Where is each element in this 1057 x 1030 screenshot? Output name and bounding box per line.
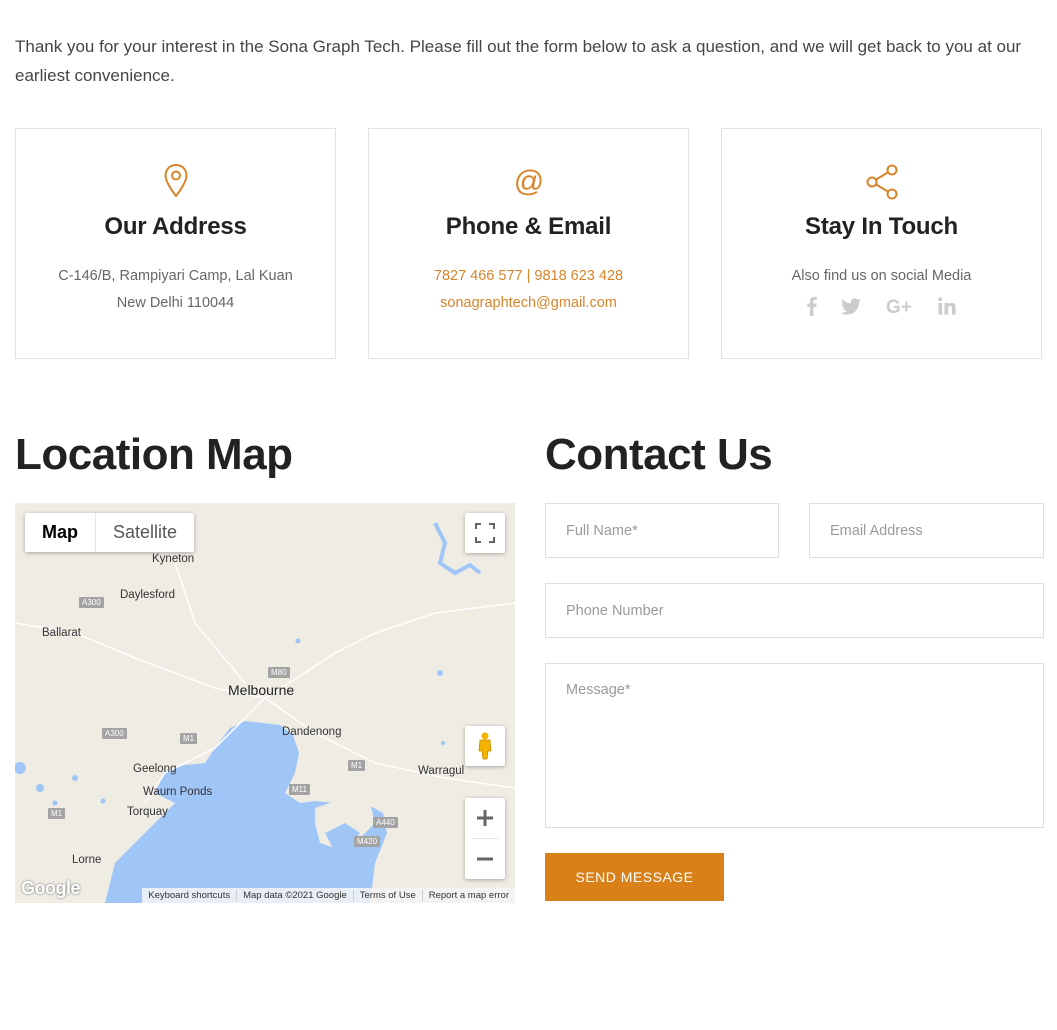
- road-shield: M80: [268, 667, 290, 678]
- social-card: Stay In Touch Also find us on social Med…: [721, 128, 1042, 359]
- email-input[interactable]: [809, 503, 1044, 558]
- road-shield: A300: [79, 597, 104, 608]
- google-map[interactable]: Map Satellite Kyneton Daylesford Ballara…: [15, 503, 515, 903]
- road-shield: M1: [180, 733, 198, 744]
- road-shield: A440: [373, 817, 398, 828]
- map-label-waurn-ponds: Waurn Ponds: [143, 786, 213, 798]
- map-label-kyneton: Kyneton: [152, 553, 195, 565]
- map-label-dandenong: Dandenong: [282, 726, 342, 738]
- road-shield: A300: [102, 728, 127, 739]
- map-label-lorne: Lorne: [72, 854, 102, 866]
- address-line-2: New Delhi 110044: [116, 295, 235, 311]
- fullscreen-button[interactable]: [465, 513, 505, 553]
- google-logo: Google: [21, 878, 81, 898]
- zoom-in-button[interactable]: [465, 798, 505, 838]
- map-label-torquay: Torquay: [127, 806, 168, 818]
- zoom-out-button[interactable]: [465, 839, 505, 879]
- intro-text: Thank you for your interest in the Sona …: [15, 37, 1022, 85]
- linkedin-icon[interactable]: [937, 297, 956, 325]
- phone-numbers-link[interactable]: 7827 466 577 | 9818 623 428: [369, 263, 688, 290]
- fullscreen-icon: [475, 523, 495, 543]
- phone-email-title: Phone & Email: [445, 213, 612, 240]
- address-line-1: C-146/B, Rampiyari Camp, Lal Kuan: [58, 268, 293, 284]
- full-name-input[interactable]: [545, 503, 779, 558]
- map-label-geelong: Geelong: [133, 763, 177, 775]
- social-title: Stay In Touch: [805, 213, 958, 240]
- map-attribution: Keyboard shortcuts Map data ©2021 Google…: [142, 888, 515, 903]
- plus-icon: [477, 810, 493, 826]
- facebook-icon[interactable]: [807, 296, 818, 326]
- location-pin-icon: [16, 163, 335, 203]
- road-shield: M420: [354, 836, 381, 847]
- map-type-satellite-button[interactable]: Satellite: [96, 513, 194, 552]
- twitter-icon[interactable]: [841, 297, 862, 325]
- address-title: Our Address: [104, 213, 247, 240]
- road-shield: M1: [348, 760, 366, 771]
- message-textarea[interactable]: [545, 663, 1044, 828]
- phone-input[interactable]: [545, 583, 1044, 638]
- report-map-error-link[interactable]: Report a map error: [421, 890, 515, 901]
- send-message-button[interactable]: SEND MESSAGE: [545, 853, 724, 901]
- map-label-melbourne: Melbourne: [228, 682, 295, 698]
- map-label-ballarat: Ballarat: [42, 627, 81, 639]
- street-view-button[interactable]: [465, 726, 505, 766]
- map-terrain: [15, 503, 515, 903]
- zoom-control: [465, 798, 505, 879]
- road-shield: M11: [289, 784, 310, 795]
- svg-text:@: @: [514, 165, 544, 198]
- map-type-control: Map Satellite: [25, 513, 195, 552]
- map-label-warragul: Warragul: [418, 765, 465, 777]
- social-text: Also find us on social Media: [791, 268, 972, 284]
- map-label-daylesford: Daylesford: [120, 589, 175, 601]
- phone-email-card: @ Phone & Email 7827 466 577 | 9818 623 …: [368, 128, 689, 359]
- pegman-icon: [478, 732, 492, 760]
- road-shield: M1: [48, 808, 66, 819]
- address-card: Our Address C-146/B, Rampiyari Camp, Lal…: [15, 128, 336, 359]
- contact-us-heading: Contact Us: [545, 430, 773, 479]
- map-type-map-button[interactable]: Map: [25, 513, 95, 552]
- svg-text:G+: G+: [886, 297, 912, 315]
- at-sign-icon: @: [369, 163, 688, 203]
- keyboard-shortcuts-link[interactable]: Keyboard shortcuts: [142, 890, 236, 901]
- email-link[interactable]: sonagraphtech@gmail.com: [369, 290, 688, 317]
- share-icon: [722, 163, 1041, 203]
- terms-of-use-link[interactable]: Terms of Use: [352, 890, 422, 901]
- location-map-heading: Location Map: [15, 430, 293, 479]
- google-plus-icon[interactable]: G+: [886, 297, 914, 325]
- minus-icon: [477, 857, 493, 861]
- map-data-text: Map data ©2021 Google: [236, 890, 353, 901]
